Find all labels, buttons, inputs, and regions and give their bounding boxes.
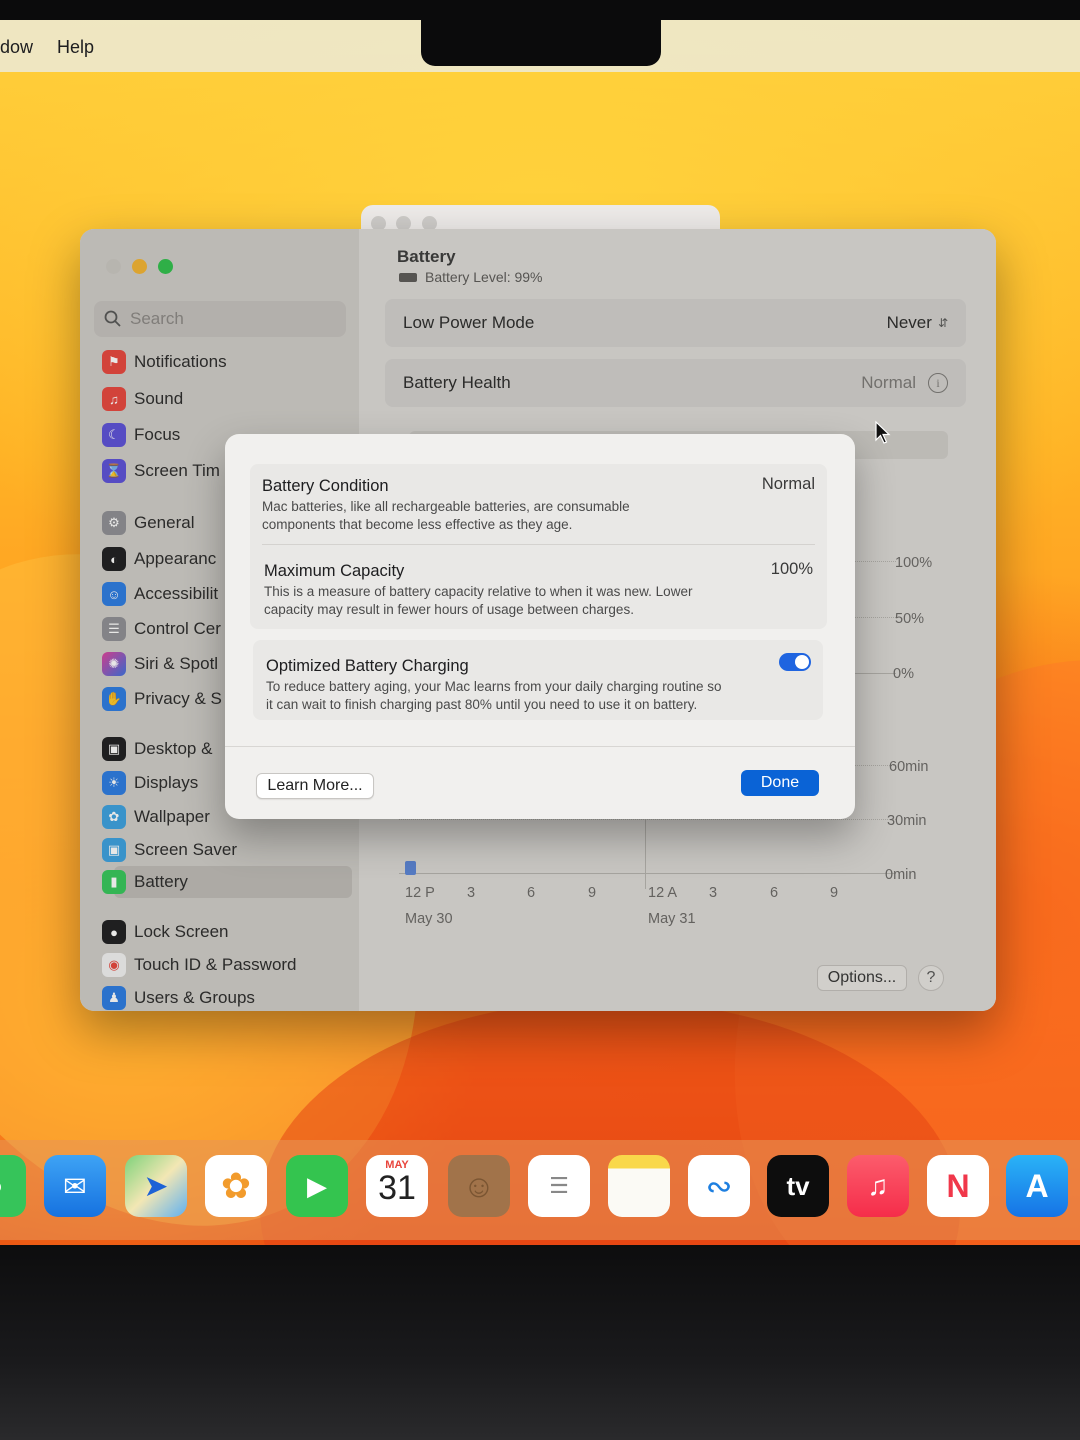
freeform-icon[interactable]: ∾ [688, 1155, 750, 1217]
card-divider [262, 544, 815, 545]
laptop-bezel [0, 1245, 1080, 1440]
notes-icon[interactable] [608, 1155, 670, 1217]
desc-line: components that become less effective as… [262, 517, 573, 532]
maximum-capacity-title: Maximum Capacity [264, 562, 405, 580]
facetime-icon[interactable]: ▶ [286, 1155, 348, 1217]
optimized-charging-toggle[interactable] [779, 653, 811, 671]
info-card: Battery Condition Normal Mac batteries, … [250, 464, 827, 629]
optimized-charging-desc: To reduce battery aging, your Mac learns… [266, 678, 721, 714]
menu-item-help[interactable]: Help [57, 37, 94, 58]
battery-condition-desc: Mac batteries, like all rechargeable bat… [262, 498, 630, 534]
optimized-charging-card: Optimized Battery Charging To reduce bat… [253, 640, 823, 720]
desc-line: To reduce battery aging, your Mac learns… [266, 679, 722, 694]
appletv-icon[interactable]: tv [767, 1155, 829, 1217]
mouse-cursor-icon [875, 420, 891, 444]
desc-line: it can wait to finish charging past 80% … [266, 697, 698, 712]
battery-condition-title: Battery Condition [262, 477, 389, 495]
tv-label: tv [786, 1170, 810, 1201]
reminders-icon[interactable]: ☰ [528, 1155, 590, 1217]
menu-item-window[interactable]: dow [0, 37, 33, 58]
desc-line: Mac batteries, like all rechargeable bat… [262, 499, 630, 514]
battery-health-sheet: Battery Condition Normal Mac batteries, … [225, 434, 855, 819]
news-icon[interactable]: N [927, 1155, 989, 1217]
calendar-icon[interactable]: MAY 31 [366, 1155, 428, 1217]
calendar-day: 31 [378, 1169, 416, 1207]
appstore-icon[interactable]: A [1006, 1155, 1068, 1217]
camera-notch [421, 20, 661, 66]
battery-condition-value: Normal [761, 475, 815, 493]
sheet-divider [225, 746, 855, 747]
optimized-charging-title: Optimized Battery Charging [266, 657, 469, 675]
photos-icon[interactable]: ✿ [205, 1155, 267, 1217]
done-button[interactable]: Done [741, 770, 819, 796]
contacts-icon[interactable]: ☺ [448, 1155, 510, 1217]
desc-line: This is a measure of battery capacity re… [264, 584, 693, 599]
learn-more-button[interactable]: Learn More... [256, 773, 374, 799]
maps-icon[interactable]: ➤ [125, 1155, 187, 1217]
desc-line: capacity may result in fewer hours of us… [264, 602, 634, 617]
toggle-knob [795, 655, 809, 669]
maximum-capacity-desc: This is a measure of battery capacity re… [264, 583, 692, 619]
messages-icon[interactable]: ● [0, 1155, 26, 1217]
maximum-capacity-value: 100% [770, 560, 813, 578]
music-icon[interactable]: ♫ [847, 1155, 909, 1217]
mail-icon[interactable]: ✉ [44, 1155, 106, 1217]
